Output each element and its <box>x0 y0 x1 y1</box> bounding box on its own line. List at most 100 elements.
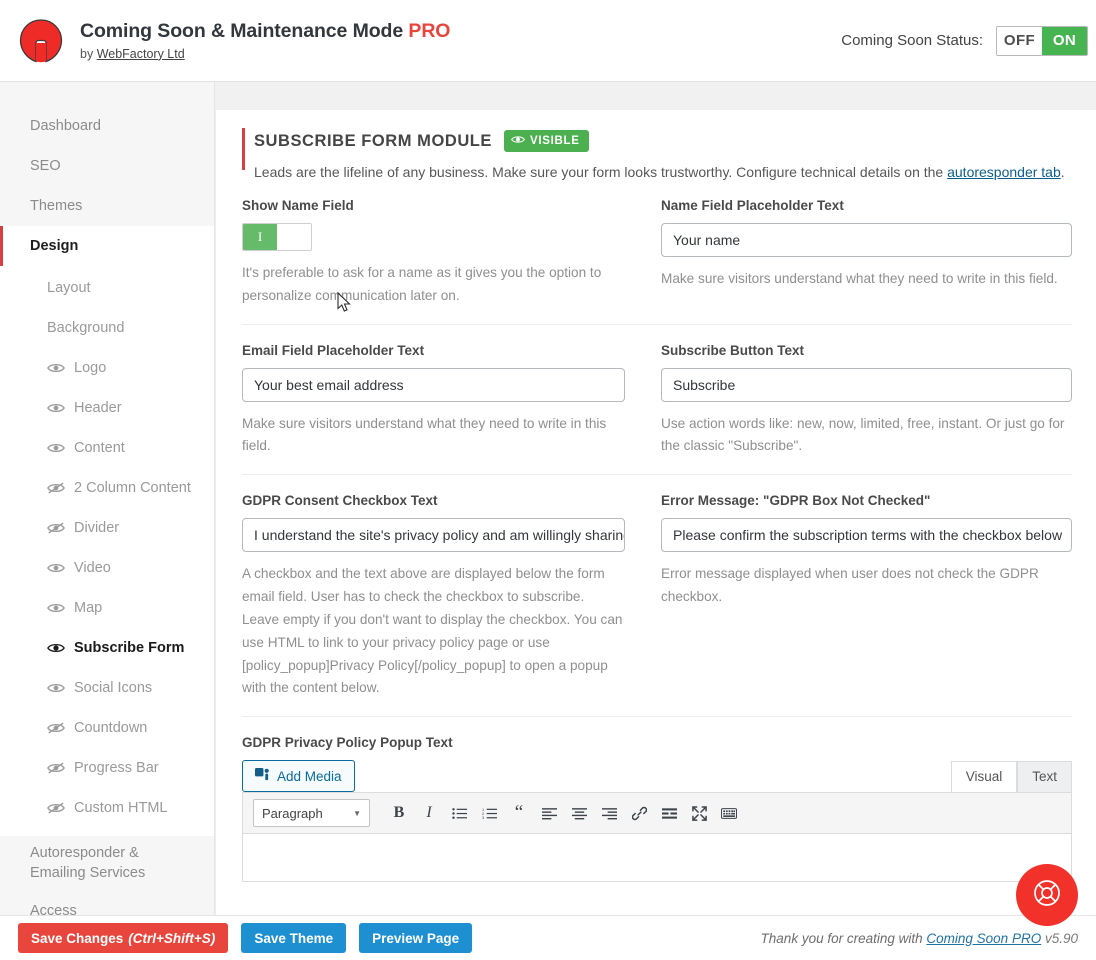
eye-icon <box>47 601 65 615</box>
sidebar-sub-label: Countdown <box>74 720 148 736</box>
app-header: Coming Soon & Maintenance Mode PRO by We… <box>0 0 1096 82</box>
sidebar-item-logo[interactable]: Logo <box>0 348 214 388</box>
sidebar-item-divider[interactable]: Divider <box>0 508 214 548</box>
blockquote-button[interactable]: “ <box>504 799 534 827</box>
toggle-on-half[interactable]: I <box>243 224 277 250</box>
read-more-button[interactable] <box>654 799 684 827</box>
sidebar-item-map[interactable]: Map <box>0 588 214 628</box>
preview-page-button[interactable]: Preview Page <box>359 923 473 953</box>
sidebar-item-countdown[interactable]: Countdown <box>0 708 214 748</box>
status-badge-label: VISIBLE <box>529 135 580 147</box>
sidebar-item-content[interactable]: Content <box>0 428 214 468</box>
module-description-suffix: . <box>1060 164 1065 180</box>
tab-text[interactable]: Text <box>1017 761 1072 793</box>
by-label: by <box>80 46 94 61</box>
italic-button[interactable]: I <box>414 799 444 827</box>
sidebar-item-custom-html[interactable]: Custom HTML <box>0 788 214 828</box>
sidebar-item-2-column-content[interactable]: 2 Column Content <box>0 468 214 508</box>
subscribe-button-text-input[interactable]: Subscribe <box>661 367 1072 402</box>
sidebar-item-seo[interactable]: SEO <box>0 146 214 186</box>
show-name-toggle[interactable]: I <box>242 223 312 251</box>
eye-icon <box>47 361 65 375</box>
app-title: Coming Soon & Maintenance Mode <box>80 20 404 43</box>
sidebar-item-header[interactable]: Header <box>0 388 214 428</box>
align-center-button[interactable] <box>564 799 594 827</box>
sidebar-item-label: Design <box>30 238 79 254</box>
sidebar-item-autoresponder[interactable]: Autoresponder & Emailing Services <box>0 836 214 891</box>
keyboard-shortcuts-button[interactable] <box>714 799 744 827</box>
bulleted-list-button[interactable] <box>444 799 474 827</box>
autoresponder-tab-link[interactable]: autoresponder tab <box>947 164 1061 180</box>
field-subscribe-button: Subscribe Button Text Subscribe Use acti… <box>657 343 1072 459</box>
save-changes-button[interactable]: Save Changes (Ctrl+Shift+S) <box>18 923 229 953</box>
eye-icon <box>511 134 525 148</box>
status-off-option[interactable]: OFF <box>997 26 1042 55</box>
chevron-down-icon: ▼ <box>353 808 361 818</box>
add-media-button[interactable]: Add Media <box>242 760 355 793</box>
sidebar-item-background[interactable]: Background <box>0 308 214 348</box>
module-title: SUBSCRIBE FORM MODULE <box>254 131 492 150</box>
sidebar-item-video[interactable]: Video <box>0 548 214 588</box>
sidebar-sub-label: Video <box>74 560 111 576</box>
form-row-gdpr: GDPR Consent Checkbox Text I understand … <box>242 475 1072 718</box>
status-badge[interactable]: VISIBLE <box>503 130 589 152</box>
footer-credit-text: Thank you for creating with <box>760 930 927 946</box>
status-toggle[interactable]: OFF ON <box>996 25 1088 56</box>
fullscreen-button[interactable] <box>684 799 714 827</box>
name-placeholder-input[interactable]: Your name <box>661 223 1072 257</box>
save-changes-label: Save Changes <box>31 930 124 946</box>
email-placeholder-input[interactable]: Your best email address <box>242 367 625 402</box>
preview-page-label: Preview Page <box>372 930 460 946</box>
field-email-placeholder: Email Field Placeholder Text Your best e… <box>242 343 657 459</box>
sidebar-sub-label: Layout <box>47 280 91 296</box>
toggle-off-half[interactable] <box>277 224 311 250</box>
status-on-option[interactable]: ON <box>1042 26 1087 55</box>
module-header: SUBSCRIBE FORM MODULE VISIBLE Leads are … <box>242 110 1072 180</box>
sidebar-sub-label: Map <box>74 600 103 616</box>
wrench-logo-icon <box>18 18 64 64</box>
tab-visual[interactable]: Visual <box>950 761 1018 793</box>
numbered-list-button[interactable]: 123 <box>474 799 504 827</box>
svg-text:3: 3 <box>482 815 485 820</box>
field-help: A checkbox and the text above are displa… <box>242 566 623 696</box>
gdpr-error-input[interactable]: Please confirm the subscription terms wi… <box>661 518 1072 553</box>
field-name-placeholder: Name Field Placeholder Text Your name Ma… <box>657 198 1072 308</box>
sidebar-item-label: Dashboard <box>30 118 101 134</box>
sidebar-item-themes[interactable]: Themes <box>0 186 214 226</box>
sidebar-item-progress-bar[interactable]: Progress Bar <box>0 748 214 788</box>
editor-top-row: Add Media Visual Text <box>242 760 1072 793</box>
field-help: Error message displayed when user does n… <box>661 566 1039 605</box>
eye-icon <box>47 401 65 415</box>
insert-link-button[interactable] <box>624 799 654 827</box>
field-show-name: Show Name Field I It's preferable to ask… <box>242 198 657 308</box>
sidebar-sub-label: Social Icons <box>74 680 153 696</box>
sidebar-item-design[interactable]: Design <box>0 226 214 266</box>
align-right-button[interactable] <box>594 799 624 827</box>
field-label: GDPR Consent Checkbox Text <box>242 493 438 509</box>
support-button[interactable] <box>1016 864 1078 926</box>
design-submenu: Layout Background Logo Header Content 2 … <box>0 266 214 836</box>
sidebar-item-social-icons[interactable]: Social Icons <box>0 668 214 708</box>
sidebar: Dashboard SEO Themes Design Layout Backg… <box>0 82 215 960</box>
page-title: Coming Soon & Maintenance Mode PRO <box>80 20 450 42</box>
paragraph-format-select[interactable]: Paragraph ▼ <box>253 799 370 828</box>
pro-label: PRO <box>408 20 451 43</box>
sidebar-item-subscribe-form[interactable]: Subscribe Form <box>0 628 214 668</box>
save-theme-button[interactable]: Save Theme <box>241 923 347 953</box>
sidebar-item-dashboard[interactable]: Dashboard <box>0 106 214 146</box>
editor-content-area[interactable] <box>242 834 1072 883</box>
sidebar-item-layout[interactable]: Layout <box>0 268 214 308</box>
author-link[interactable]: WebFactory Ltd <box>97 47 185 61</box>
gdpr-consent-input[interactable]: I understand the site's privacy policy a… <box>242 518 625 553</box>
coming-soon-pro-link[interactable]: Coming Soon PRO <box>926 931 1041 946</box>
save-theme-label: Save Theme <box>254 930 334 946</box>
sidebar-sub-label: Logo <box>74 360 107 376</box>
status-label: Coming Soon Status: <box>841 32 983 49</box>
sidebar-sub-label: Custom HTML <box>74 800 168 816</box>
sidebar-sub-label: 2 Column Content <box>74 480 191 496</box>
align-left-button[interactable] <box>534 799 564 827</box>
version-label: v5.90 <box>1044 930 1078 946</box>
module-description-text: Leads are the lifeline of any business. … <box>254 164 948 180</box>
mouse-cursor <box>337 291 353 319</box>
bold-button[interactable]: B <box>384 799 414 827</box>
